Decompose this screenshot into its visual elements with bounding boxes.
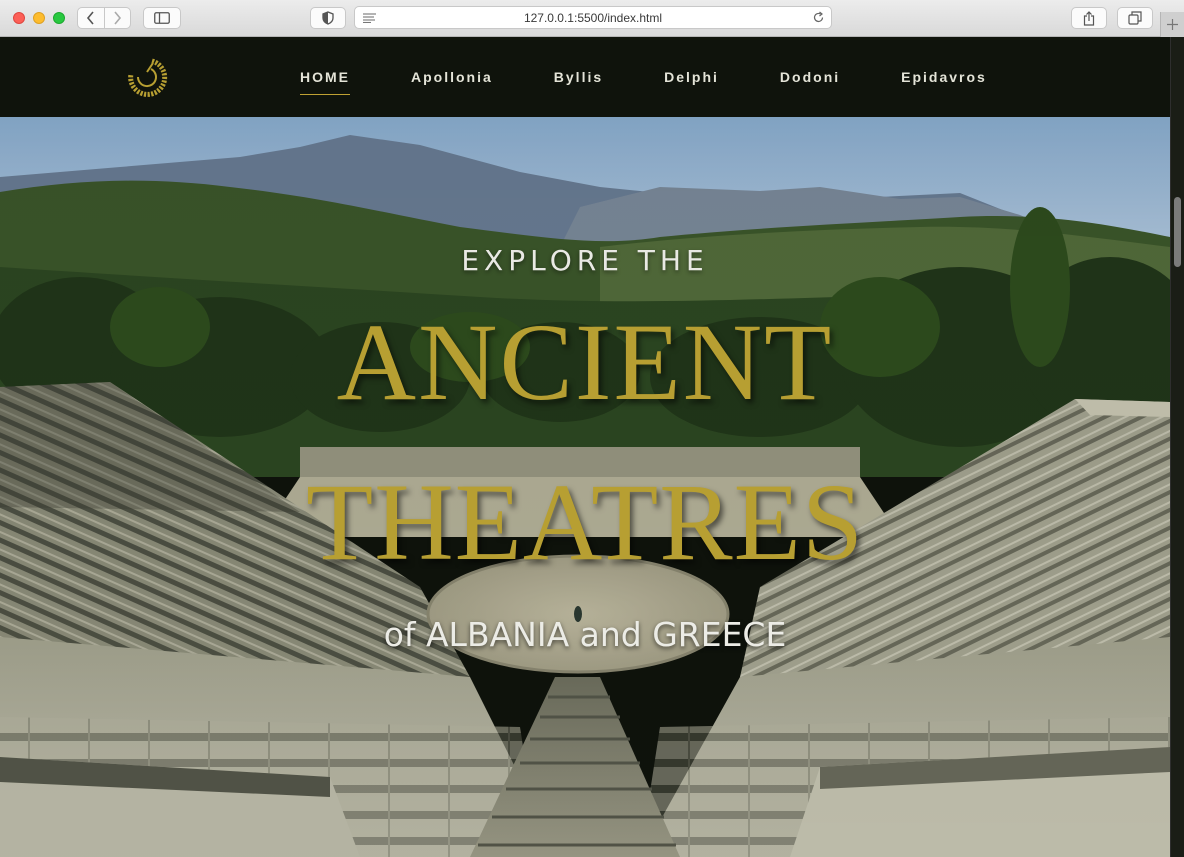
site-logo[interactable] — [126, 57, 168, 99]
hero-section: EXPLORE THE ANCIENT THEATRES of ALBANIA … — [0, 117, 1170, 857]
nav-home-link[interactable]: HOME — [300, 61, 350, 95]
nav-delphi-link[interactable]: Delphi — [664, 61, 719, 93]
tabs-icon — [1128, 11, 1142, 25]
new-tab-button[interactable] — [1160, 12, 1184, 37]
plus-icon — [1167, 19, 1178, 30]
share-button[interactable] — [1071, 7, 1107, 29]
site-header: HOME Apollonia Byllis Delphi Dodoni Epid… — [0, 37, 1170, 117]
privacy-report-button[interactable] — [310, 7, 346, 29]
nav-byllis-link[interactable]: Byllis — [554, 61, 603, 93]
maximize-window-button[interactable] — [53, 12, 65, 24]
hero-subtitle: of ALBANIA and GREECE — [383, 615, 787, 654]
reload-icon[interactable] — [812, 11, 825, 24]
nav-apollonia-link[interactable]: Apollonia — [411, 61, 493, 93]
chevron-right-icon — [114, 11, 122, 25]
close-window-button[interactable] — [13, 12, 25, 24]
forward-button[interactable] — [105, 8, 131, 28]
web-page: HOME Apollonia Byllis Delphi Dodoni Epid… — [0, 37, 1170, 857]
history-navigation — [77, 7, 131, 29]
shield-icon — [322, 11, 334, 25]
sidebar-icon — [154, 12, 170, 24]
nav-epidavros-link[interactable]: Epidavros — [901, 61, 987, 93]
hero-eyebrow: EXPLORE THE — [461, 244, 709, 277]
share-icon — [1083, 10, 1095, 26]
hero-title-line-2: THEATRES — [306, 461, 864, 583]
address-bar[interactable]: 127.0.0.1:5500/index.html — [354, 6, 832, 29]
page-scrollbar[interactable] — [1170, 37, 1184, 857]
hero-headline: EXPLORE THE ANCIENT THEATRES of ALBANIA … — [0, 117, 1170, 857]
chevron-left-icon — [86, 11, 94, 25]
tab-overview-button[interactable] — [1117, 7, 1153, 29]
browser-toolbar: 127.0.0.1:5500/index.html — [0, 0, 1184, 37]
sidebar-toggle-button[interactable] — [143, 7, 181, 29]
minimize-window-button[interactable] — [33, 12, 45, 24]
hero-title-line-1: ANCIENT — [336, 301, 834, 423]
scrollbar-thumb[interactable] — [1174, 197, 1181, 267]
main-nav: HOME Apollonia Byllis Delphi Dodoni Epid… — [300, 37, 987, 117]
nav-dodoni-link[interactable]: Dodoni — [780, 61, 840, 93]
back-button[interactable] — [78, 8, 104, 28]
url-text: 127.0.0.1:5500/index.html — [523, 11, 663, 25]
